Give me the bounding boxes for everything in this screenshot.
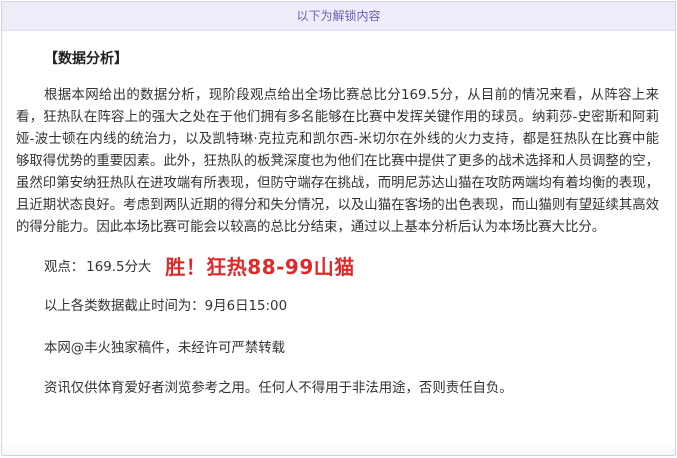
copyright-note: 本网@丰火独家稿件，未经许可严禁转载 [44,341,286,356]
analysis-paragraph: 根据本网给出的数据分析，现阶段观点给出全场比赛总比分169.5分，从目前的情况来… [16,88,659,235]
disclaimer-note: 资讯仅供体育爱好者浏览参考之用。任何人不得用于非法用途，否则责任自负。 [44,381,513,396]
pick-row: 观点： 169.5分大 胜！狂热88-99山猫 [44,249,659,281]
data-cutoff-note: 以上各类数据截止时间为：9月6日15:00 [44,299,288,314]
article-content: 【数据分析】 根据本网给出的数据分析，现阶段观点给出全场比赛总比分169.5分，… [2,49,675,399]
section-title: 【数据分析】 [44,51,128,67]
article-frame: 以下为解锁内容 【数据分析】 根据本网给出的数据分析，现阶段观点给出全场比赛总比… [1,1,676,456]
pick-label: 观点： [44,260,85,275]
pick-result: 胜！狂热88-99山猫 [165,254,355,279]
bottom-fade [2,443,675,455]
unlock-banner: 以下为解锁内容 [2,2,675,31]
pick-value: 169.5分大 [86,260,152,275]
